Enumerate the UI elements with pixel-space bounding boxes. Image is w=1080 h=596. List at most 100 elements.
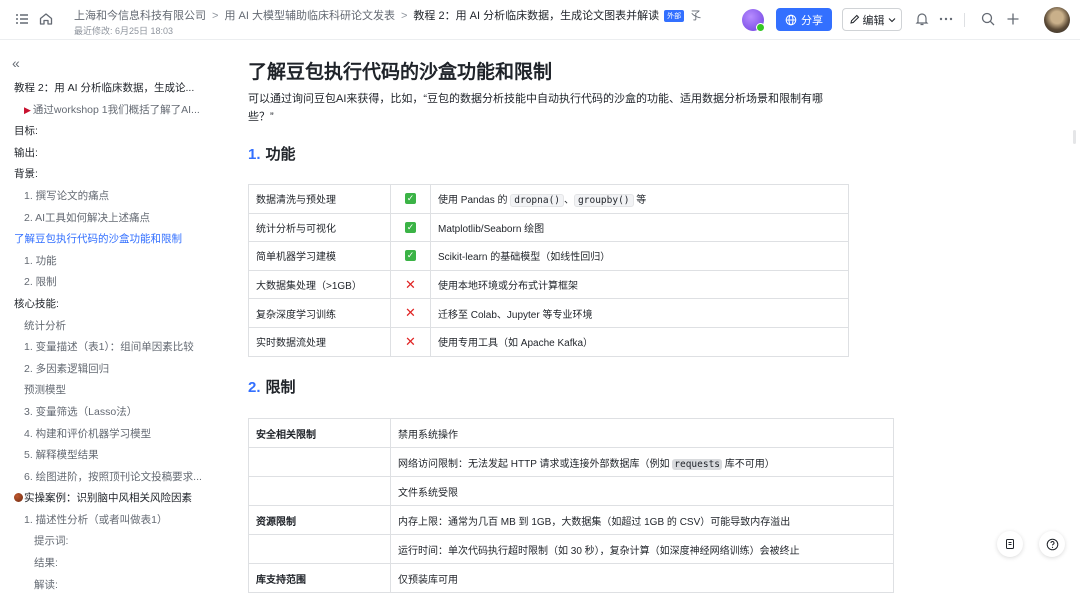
breadcrumb-item-current: 教程 2：用 AI 分析临床数据，生成论文图表并解读 [413,10,660,22]
inline-code: requests [672,458,723,470]
support-status-cell: ✕ [390,269,431,300]
collaborator-avatar[interactable] [742,9,765,32]
toc-item[interactable]: 目标: [14,121,214,143]
section-number: 1. [248,146,261,163]
desc-text: 内存上限：通常为几百 MB 到 1GB，大数据集（如超过 1GB 的 CSV）可… [398,516,791,528]
toc-item-label: 解读: [34,578,58,591]
collapse-sidebar-icon[interactable]: « [12,55,20,71]
help-button[interactable] [1039,531,1065,557]
toc-item[interactable]: 5. 解释模型结果 [14,445,214,467]
breadcrumb-item-space[interactable]: 用 AI 大模型辅助临床科研论文发表 [224,10,395,22]
bell-icon[interactable] [914,11,930,27]
check-icon: ✓ [405,221,416,233]
limit-category-cell [248,476,391,506]
top-bar: 上海和今信息科技有限公司 > 用 AI 大模型辅助临床科研论文发表 > 教程 2：用 A… [0,0,1080,40]
feature-desc-cell: 使用本地环境或分布式计算框架 [430,269,849,300]
feature-desc-cell: Scikit-learn 的基础模型（如线性回归） [430,241,849,271]
plus-icon[interactable] [1005,11,1021,27]
toc-item[interactable]: 核心技能: [14,294,214,316]
feature-name: 实时数据流处理 [256,338,326,350]
feature-name-cell: 统计分析与可视化 [248,212,391,243]
toc-item-label: 2. 限制 [24,276,57,289]
table-of-contents: 教程 2：用 AI 分析临床数据，生成论... ▶ 通过workshop 1我们概括… [14,78,214,596]
toc-item[interactable]: 教程 2：用 AI 分析临床数据，生成论... [14,78,214,100]
share-button[interactable]: 分享 [776,8,832,31]
toc-item-label: 核心技能: [14,297,59,310]
table-row: 库支持范围 仅预装库可用 [248,563,894,593]
section-number: 2. [248,379,261,396]
toc-item[interactable]: 2. 多因素逻辑回归 [14,359,214,381]
table-row: 数据清洗与预处理 ✓ 使用 Pandas 的 dropna()、 groupby() … [248,184,849,214]
toc-item[interactable]: 统计分析 [14,316,214,338]
toc-item-label: 预测模型 [24,384,66,397]
search-icon[interactable] [980,11,996,27]
toc-item[interactable]: 实操案例：识别脑中风相关风险因素 [14,488,214,510]
home-icon[interactable] [38,11,54,27]
desc-text: 迁移至 Colab、Jupyter 等专业环境 [438,309,593,321]
toc-item[interactable]: 了解豆包执行代码的沙盒功能和限制 [14,229,214,251]
more-icon[interactable] [938,11,954,27]
doc-info-button[interactable] [997,531,1023,557]
toc-item[interactable]: 1. 描述性分析（或者叫做表1） [14,510,214,532]
toc-item-label: 6. 绘图进阶，按照顶刊论文投稿要求... [24,470,202,483]
limit-category-cell [248,447,391,477]
feature-name-cell: 大数据集处理（>1GB） [248,269,391,300]
help-icon [1046,538,1058,550]
toc-item[interactable]: 2. 限制 [14,272,214,294]
toc-item[interactable]: 结果: [14,553,214,575]
toc-item-label: 了解豆包执行代码的沙盒功能和限制 [14,233,182,246]
toc-item[interactable]: 6. 绘图进阶，按照顶刊论文投稿要求... [14,467,214,489]
toc-item[interactable]: ▶ 通过workshop 1我们概括了解了AI... [14,100,214,122]
toc-item[interactable]: 4. 构建和评价机器学习模型 [14,424,214,446]
chevron-down-icon [888,17,895,22]
edit-button[interactable]: 编辑 [842,8,902,31]
scrollbar[interactable] [1073,130,1076,144]
toc-item[interactable]: 2. AI工具如何解决上述痛点 [14,208,214,230]
table-row: 资源限制 内存上限：通常为几百 MB 到 1GB，大数据集（如超过 1GB 的 C… [248,505,894,535]
desc-text: 、 [564,195,575,207]
support-status-cell: ✓ [390,184,431,214]
features-table: 数据清洗与预处理 ✓ 使用 Pandas 的 dropna()、 groupby() … [248,184,849,357]
toc-item[interactable]: 输出: [14,143,214,165]
toc-item[interactable]: 1. 变量描述（表1）：组间单因素比较 [14,337,214,359]
section-heading-limits: 2. 限制 [248,376,296,397]
table-row: 运行时间：单次代码执行超时限制（如 30 秒），复杂计算（如深度神经网络训练）会… [248,534,894,564]
desc-text: 库不可用） [722,458,775,470]
outline-icon[interactable] [14,11,30,27]
desc-text: 文件系统受限 [398,487,458,499]
limit-desc-cell: 内存上限：通常为几百 MB 到 1GB，大数据集（如超过 1GB 的 CSV）可… [390,505,894,535]
toc-item-label: 统计分析 [24,319,66,332]
desc-text: 仅预装库可用 [398,574,458,586]
feature-name: 简单机器学习建模 [256,252,336,264]
user-avatar[interactable] [1044,7,1070,33]
support-status-cell: ✓ [390,241,431,271]
section-title: 功能 [265,146,296,163]
check-icon: ✓ [405,193,416,205]
breadcrumb-tail-glyph: 孓 [690,10,702,22]
table-row: 统计分析与可视化 ✓ Matplotlib/Seaborn 绘图 [248,212,849,243]
table-row: 复杂深度学习训练 ✕ 迁移至 Colab、Jupyter 等专业环境 [248,298,849,328]
toc-item-label: 2. AI工具如何解决上述痛点 [24,211,151,224]
cross-icon: ✕ [405,333,416,349]
toc-item[interactable]: 解读: [14,575,214,596]
toc-item[interactable]: 3. 变量筛选（Lasso法） [14,402,214,424]
globe-icon [785,14,797,25]
cross-icon: ✕ [405,305,416,321]
support-status-cell: ✓ [390,212,431,243]
toc-item[interactable]: 提示词: [14,531,214,553]
feature-name-cell: 简单机器学习建模 [248,241,391,271]
toc-item-label: 结果: [34,557,58,570]
desc-text: 运行时间：单次代码执行超时限制（如 30 秒），复杂计算（如深度神经网络训练）会… [398,545,800,557]
ball-icon [14,493,23,503]
toc-item-label: 3. 变量筛选（Lasso法） [24,405,138,418]
limit-category-cell [248,534,391,564]
toc-item[interactable]: 预测模型 [14,380,214,402]
toc-item[interactable]: 背景: [14,164,214,186]
section-title: 限制 [265,379,296,396]
breadcrumb: 上海和今信息科技有限公司 > 用 AI 大模型辅助临床科研论文发表 > 教程 2：用 A… [74,7,701,23]
limits-table: 安全相关限制 禁用系统操作 网络访问限制：无法发起 HTTP 请求或连接外部数据库（… [248,418,894,593]
breadcrumb-item-org[interactable]: 上海和今信息科技有限公司 [74,10,206,22]
toc-item[interactable]: 1. 撰写论文的痛点 [14,186,214,208]
toc-item[interactable]: 1. 功能 [14,251,214,273]
limit-desc-cell: 文件系统受限 [390,476,894,506]
